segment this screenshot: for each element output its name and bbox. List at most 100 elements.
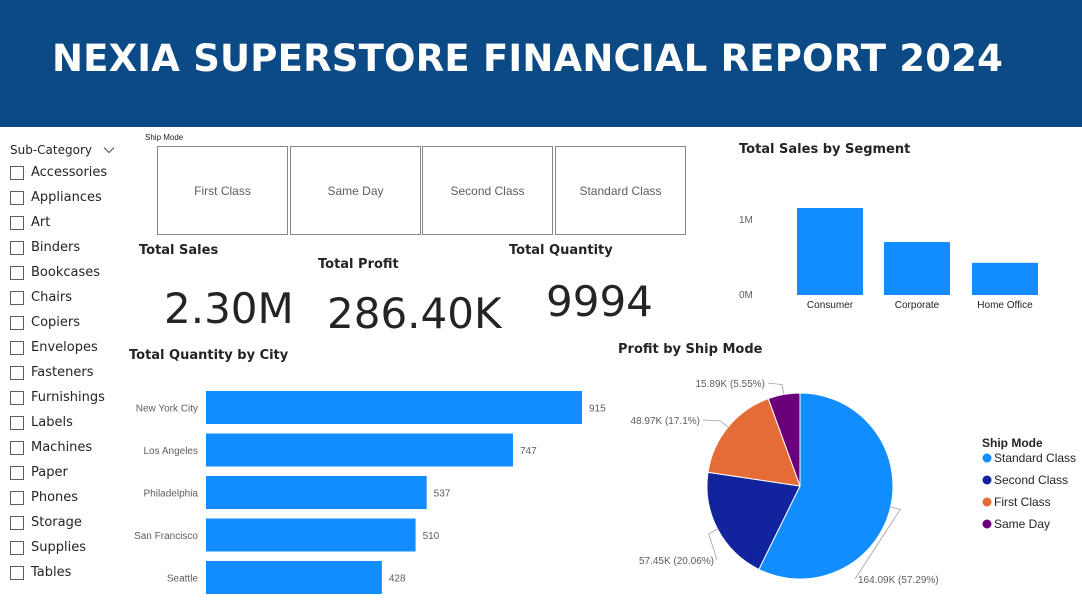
segment-chart-title: Total Sales by Segment [739, 142, 911, 157]
checkbox[interactable] [10, 516, 24, 530]
slicer-item-tables[interactable]: Tables [10, 564, 125, 586]
checkbox[interactable] [10, 441, 24, 455]
legend-title: Ship Mode [982, 436, 1043, 450]
ship-mode-tile-second-class[interactable]: Second Class [422, 146, 553, 235]
checkbox[interactable] [10, 191, 24, 205]
chevron-down-icon[interactable] [103, 144, 115, 156]
legend-item[interactable]: First Class [994, 495, 1051, 509]
checkbox[interactable] [10, 391, 24, 405]
checkbox[interactable] [10, 566, 24, 580]
ship-mode-tile-same-day[interactable]: Same Day [290, 146, 421, 235]
slicer-item-appliances[interactable]: Appliances [10, 189, 125, 211]
checkbox[interactable] [10, 316, 24, 330]
total-profit-value: 286.40K [327, 289, 502, 338]
slicer-item-art[interactable]: Art [10, 214, 125, 236]
total-profit-label: Total Profit [318, 257, 399, 272]
slicer-item-phones[interactable]: Phones [10, 489, 125, 511]
y-tick-label: Los Angeles [144, 446, 199, 457]
city-bar[interactable] [206, 476, 427, 509]
leader-line [767, 382, 785, 395]
ship-mode-tile-label: Standard Class [579, 183, 662, 198]
total-quantity-label: Total Quantity [509, 243, 613, 258]
checkbox[interactable] [10, 366, 24, 380]
checkbox[interactable] [10, 491, 24, 505]
ship-mode-tile-first-class[interactable]: First Class [157, 146, 288, 235]
slicer-item-supplies[interactable]: Supplies [10, 539, 125, 561]
checkbox[interactable] [10, 216, 24, 230]
checkbox[interactable] [10, 466, 24, 480]
segment-bar-chart: 0M 1M Consumer Corporate Home Office [739, 208, 1038, 311]
checkbox[interactable] [10, 166, 24, 180]
x-tick-label: Consumer [807, 300, 854, 311]
slicer-item-storage[interactable]: Storage [10, 514, 125, 536]
ship-mode-tile-label: Second Class [450, 183, 525, 198]
slicer-item-label: Art [31, 215, 51, 230]
x-tick-label: Home Office [977, 300, 1033, 311]
slicer-item-machines[interactable]: Machines [10, 439, 125, 461]
segment-bar[interactable] [884, 242, 950, 295]
slicer-item-label: Chairs [31, 290, 73, 305]
slicer-item-label: Machines [31, 440, 93, 455]
slicer-item-label: Phones [31, 490, 79, 505]
slicer-item-label: Labels [31, 415, 73, 430]
y-tick-label: Philadelphia [144, 489, 199, 500]
ship-mode-slicer-title: Ship Mode [145, 133, 184, 142]
data-label: 537 [434, 489, 451, 500]
slicer-item-accessories[interactable]: Accessories [10, 164, 125, 186]
checkbox[interactable] [10, 241, 24, 255]
sub-category-slicer-header[interactable]: Sub-Category [10, 143, 118, 161]
checkbox[interactable] [10, 266, 24, 280]
checkbox[interactable] [10, 416, 24, 430]
slicer-item-binders[interactable]: Binders [10, 239, 125, 261]
slicer-item-chairs[interactable]: Chairs [10, 289, 125, 311]
checkbox[interactable] [10, 341, 24, 355]
slicer-item-labels[interactable]: Labels [10, 414, 125, 436]
legend-marker [982, 497, 992, 507]
total-quantity-value: 9994 [546, 277, 653, 326]
report-title: NEXIA SUPERSTORE FINANCIAL REPORT 2024 [51, 37, 1004, 80]
city-bar[interactable] [206, 518, 416, 552]
y-tick-label: 0M [739, 290, 753, 301]
city-bar[interactable] [206, 561, 382, 594]
segment-bar[interactable] [797, 208, 863, 295]
legend-marker [982, 475, 992, 485]
report-header: NEXIA SUPERSTORE FINANCIAL REPORT 2024 [0, 0, 1082, 127]
ship-mode-tile-label: Same Day [327, 183, 384, 198]
city-bar[interactable] [206, 433, 513, 467]
legend-item[interactable]: Second Class [994, 473, 1068, 487]
city-bar-chart: New York City 915 Los Angeles 747 Philadelph… [134, 391, 606, 594]
data-label: 164.09K (57.29%) [858, 575, 939, 586]
ship-mode-pie-title: Profit by Ship Mode [618, 342, 763, 357]
legend-marker [982, 519, 992, 529]
ship-mode-tile-label: First Class [194, 183, 251, 198]
slicer-item-furnishings[interactable]: Furnishings [10, 389, 125, 411]
checkbox[interactable] [10, 541, 24, 555]
legend-item[interactable]: Standard Class [994, 451, 1076, 465]
ship-mode-tile-standard-class[interactable]: Standard Class [555, 146, 686, 235]
y-tick-label: 1M [739, 215, 753, 226]
slicer-item-label: Paper [31, 465, 68, 480]
checkbox[interactable] [10, 291, 24, 305]
segment-bar[interactable] [972, 262, 1038, 295]
data-label: 57.45K (20.06%) [639, 556, 714, 567]
slicer-item-fasteners[interactable]: Fasteners [10, 364, 125, 386]
legend-item[interactable]: Same Day [994, 517, 1050, 531]
slicer-item-label: Furnishings [31, 390, 105, 405]
ship-mode-pie-chart: 164.09K (57.29%) 57.45K (20.06%) 48.97K (1… [631, 379, 1077, 586]
y-tick-label: San Francisco [134, 531, 198, 542]
slicer-item-label: Copiers [31, 315, 81, 330]
y-tick-label: Seattle [167, 574, 199, 585]
slicer-item-label: Fasteners [31, 365, 94, 380]
slicer-item-paper[interactable]: Paper [10, 464, 125, 486]
data-label: 747 [520, 446, 537, 457]
total-sales-label: Total Sales [139, 243, 219, 258]
slicer-item-bookcases[interactable]: Bookcases [10, 264, 125, 286]
slicer-item-copiers[interactable]: Copiers [10, 314, 125, 336]
slicer-item-label: Envelopes [31, 340, 98, 355]
data-label: 48.97K (17.1%) [631, 416, 701, 427]
slicer-item-label: Accessories [31, 165, 108, 180]
legend-marker [982, 453, 992, 463]
city-bar[interactable] [206, 391, 582, 424]
slicer-item-label: Storage [31, 515, 82, 530]
slicer-item-envelopes[interactable]: Envelopes [10, 339, 125, 361]
